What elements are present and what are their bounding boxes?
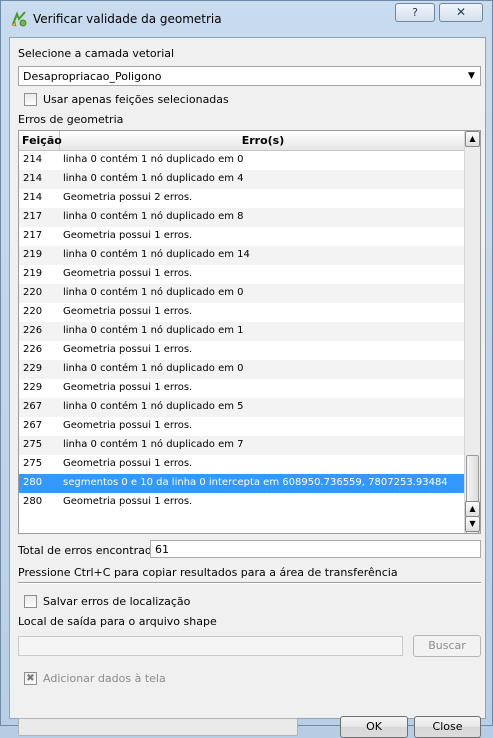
table-row[interactable]: 226 linha 0 contém 1 nó duplicado em 1 bbox=[19, 322, 466, 341]
error-cell: linha 0 contém 1 nó duplicado em 4 bbox=[63, 173, 244, 184]
save-errors-checkbox[interactable] bbox=[24, 595, 37, 608]
table-row[interactable]: 226 Geometria possui 1 erros. bbox=[19, 341, 466, 360]
layer-select-value: Desapropriacao_Poligono bbox=[23, 70, 162, 83]
error-cell: Geometria possui 2 erros. bbox=[63, 192, 193, 203]
errors-table[interactable]: Feição Erro(s) 214 linha 0 contém 1 nó du… bbox=[18, 130, 481, 534]
feature-id-cell: 214 bbox=[23, 154, 43, 165]
feature-id-cell: 226 bbox=[23, 325, 43, 336]
error-cell: linha 0 contém 1 nó duplicado em 0 bbox=[63, 363, 244, 374]
feature-id-cell: 229 bbox=[23, 382, 43, 393]
window-title: Verificar validade da geometria bbox=[33, 12, 222, 26]
table-row[interactable]: 275 linha 0 contém 1 nó duplicado em 7 bbox=[19, 436, 466, 455]
table-row[interactable]: 229 linha 0 contém 1 nó duplicado em 0 bbox=[19, 360, 466, 379]
table-row[interactable]: 219 Geometria possui 1 erros. bbox=[19, 265, 466, 284]
feature-id-cell: 220 bbox=[23, 306, 43, 317]
feature-id-cell: 219 bbox=[23, 268, 43, 279]
scroll-down-icon[interactable]: ▼ bbox=[465, 516, 480, 532]
scroll-up-icon[interactable]: ▲ bbox=[465, 501, 480, 517]
error-cell: linha 0 contém 1 nó duplicado em 5 bbox=[63, 401, 244, 412]
error-cell: segmentos 0 e 10 da linha 0 intercepta e… bbox=[63, 477, 448, 488]
error-cell: linha 0 contém 1 nó duplicado em 7 bbox=[63, 439, 244, 450]
table-row[interactable]: 217 linha 0 contém 1 nó duplicado em 8 bbox=[19, 208, 466, 227]
error-cell: linha 0 contém 1 nó duplicado em 8 bbox=[63, 211, 244, 222]
feature-id-cell: 275 bbox=[23, 439, 43, 450]
output-path-field[interactable] bbox=[18, 636, 403, 656]
feature-id-cell: 220 bbox=[23, 287, 43, 298]
table-row[interactable]: 217 Geometria possui 1 erros. bbox=[19, 227, 466, 246]
feature-id-cell: 280 bbox=[23, 496, 43, 507]
error-cell: linha 0 contém 1 nó duplicado em 0 bbox=[63, 287, 244, 298]
output-label: Local de saída para o arquivo shape bbox=[18, 615, 217, 628]
table-row[interactable]: 280 Geometria possui 1 erros. bbox=[19, 493, 466, 512]
table-header: Feição Erro(s) bbox=[19, 131, 466, 151]
feature-id-cell: 217 bbox=[23, 230, 43, 241]
feature-id-cell: 280 bbox=[23, 477, 43, 488]
feature-id-cell: 229 bbox=[23, 363, 43, 374]
table-row[interactable]: 267 linha 0 contém 1 nó duplicado em 5 bbox=[19, 398, 466, 417]
feature-id-cell: 226 bbox=[23, 344, 43, 355]
feature-id-cell: 214 bbox=[23, 173, 43, 184]
feature-id-cell: 219 bbox=[23, 249, 43, 260]
feature-id-cell: 275 bbox=[23, 458, 43, 469]
table-rows: 214 linha 0 contém 1 nó duplicado em 0 214… bbox=[19, 151, 466, 512]
check-geometry-icon bbox=[11, 11, 27, 27]
dialog-window: Verificar validade da geometria ? ✕ Sele… bbox=[0, 0, 493, 738]
dialog-body: Selecione a camada vetorial Desapropriac… bbox=[9, 37, 486, 738]
only-selected-checkbox[interactable] bbox=[24, 93, 37, 106]
column-header-feature[interactable]: Feição bbox=[19, 131, 62, 150]
table-row[interactable]: 229 Geometria possui 1 erros. bbox=[19, 379, 466, 398]
error-cell: Geometria possui 1 erros. bbox=[63, 458, 193, 469]
add-to-canvas-label: Adicionar dados à tela bbox=[43, 672, 166, 685]
feature-id-cell: 217 bbox=[23, 211, 43, 222]
feature-id-cell: 267 bbox=[23, 401, 43, 412]
error-cell: Geometria possui 1 erros. bbox=[63, 306, 193, 317]
error-cell: Geometria possui 1 erros. bbox=[63, 344, 193, 355]
error-cell: Geometria possui 1 erros. bbox=[63, 496, 193, 507]
table-row[interactable]: 214 Geometria possui 2 erros. bbox=[19, 189, 466, 208]
vertical-scrollbar[interactable]: ▲ ▲ ▼ bbox=[464, 131, 480, 533]
title-bar[interactable]: Verificar validade da geometria ? ✕ bbox=[1, 1, 492, 37]
scroll-up-icon[interactable]: ▲ bbox=[465, 131, 480, 147]
feature-id-cell: 214 bbox=[23, 192, 43, 203]
table-row[interactable]: 275 Geometria possui 1 erros. bbox=[19, 455, 466, 474]
ok-button[interactable]: OK bbox=[340, 716, 408, 738]
table-row[interactable]: 220 linha 0 contém 1 nó duplicado em 0 bbox=[19, 284, 466, 303]
error-cell: linha 0 contém 1 nó duplicado em 0 bbox=[63, 154, 244, 165]
table-row[interactable]: 214 linha 0 contém 1 nó duplicado em 4 bbox=[19, 170, 466, 189]
close-window-button[interactable]: ✕ bbox=[439, 3, 483, 22]
browse-button[interactable]: Buscar bbox=[413, 635, 481, 657]
errors-section-label: Erros de geometria bbox=[18, 113, 124, 126]
clipboard-hint: Pressione Ctrl+C para copiar resultados … bbox=[18, 566, 398, 579]
layer-select[interactable]: Desapropriacao_Poligono ▼ bbox=[18, 66, 481, 86]
save-errors-label: Salvar erros de localização bbox=[43, 595, 191, 608]
table-row[interactable]: 267 Geometria possui 1 erros. bbox=[19, 417, 466, 436]
total-errors-value: 61 bbox=[155, 543, 169, 556]
total-errors-field[interactable]: 61 bbox=[150, 540, 481, 558]
error-cell: linha 0 contém 1 nó duplicado em 14 bbox=[63, 249, 250, 260]
only-selected-label: Usar apenas feições selecionadas bbox=[43, 93, 229, 106]
error-cell: Geometria possui 1 erros. bbox=[63, 382, 193, 393]
table-row[interactable]: 280 segmentos 0 e 10 da linha 0 intercept… bbox=[19, 474, 466, 493]
close-button[interactable]: Close bbox=[414, 716, 481, 738]
add-to-canvas-checkbox[interactable]: ✖ bbox=[24, 672, 37, 685]
progress-bar bbox=[18, 718, 298, 736]
table-row[interactable]: 214 linha 0 contém 1 nó duplicado em 0 bbox=[19, 151, 466, 170]
error-cell: linha 0 contém 1 nó duplicado em 1 bbox=[63, 325, 244, 336]
error-cell: Geometria possui 1 erros. bbox=[63, 230, 193, 241]
error-cell: Geometria possui 1 erros. bbox=[63, 268, 193, 279]
table-row[interactable]: 219 linha 0 contém 1 nó duplicado em 14 bbox=[19, 246, 466, 265]
feature-id-cell: 267 bbox=[23, 420, 43, 431]
table-row[interactable]: 220 Geometria possui 1 erros. bbox=[19, 303, 466, 322]
chevron-down-icon[interactable]: ▼ bbox=[463, 67, 480, 85]
divider bbox=[18, 582, 481, 584]
error-cell: Geometria possui 1 erros. bbox=[63, 420, 193, 431]
total-errors-label: Total de erros encontrados bbox=[18, 544, 165, 557]
help-button[interactable]: ? bbox=[395, 3, 435, 22]
layer-label: Selecione a camada vetorial bbox=[18, 47, 175, 60]
column-header-errors[interactable]: Erro(s) bbox=[60, 131, 466, 150]
